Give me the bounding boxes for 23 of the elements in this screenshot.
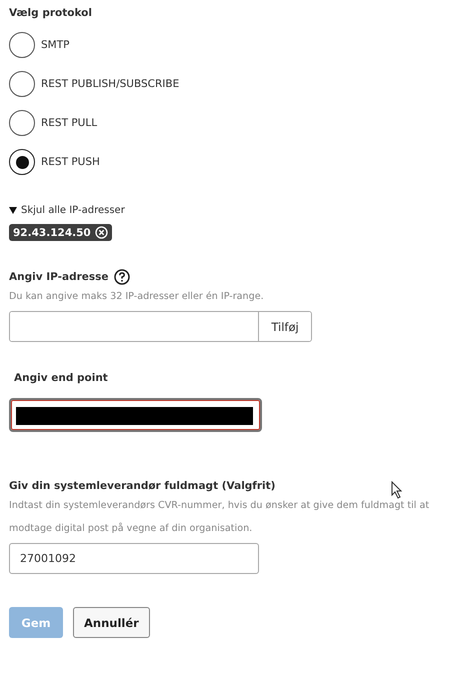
- radio-button[interactable]: [9, 32, 35, 58]
- field-label: Angiv end point: [14, 372, 108, 384]
- endpoint-input[interactable]: [9, 398, 262, 432]
- mouse-pointer-icon: [391, 481, 403, 499]
- cvr-input[interactable]: 27001092: [9, 543, 259, 574]
- toggle-link[interactable]: Skjul alle IP-adresser: [9, 205, 125, 216]
- radio-option[interactable]: REST PULL: [9, 110, 180, 136]
- hint-text: Indtast din systemleverandørs CVR-nummer, hvis du ønsker at give dem fuldmagt til at modtage digital post på vegne af din organisation.: [9, 499, 430, 536]
- radio-button[interactable]: [9, 71, 35, 97]
- radio-button[interactable]: [9, 149, 35, 175]
- help-icon[interactable]: [114, 269, 130, 285]
- radio-option[interactable]: REST PUBLISH/SUBSCRIBE: [9, 71, 180, 97]
- field-label: Giv din systemleverandør fuldmagt (Valgfrit): [9, 480, 276, 492]
- field-label: Angiv IP-adresse: [9, 271, 109, 283]
- ip-chip: 92.43.124.50: [9, 224, 112, 241]
- radio-button[interactable]: [9, 110, 35, 136]
- cancel-button[interactable]: Annullér: [73, 607, 150, 638]
- hint-text: Du kan angive maks 32 IP-adresser eller én IP-range.: [9, 291, 264, 302]
- radio-option[interactable]: SMTP: [9, 32, 180, 58]
- radio-option[interactable]: REST PUSH: [9, 149, 180, 175]
- field-label: Vælg protokol: [9, 7, 92, 19]
- remove-icon[interactable]: [94, 226, 108, 239]
- ip-address-field[interactable]: Tilføj: [9, 311, 312, 342]
